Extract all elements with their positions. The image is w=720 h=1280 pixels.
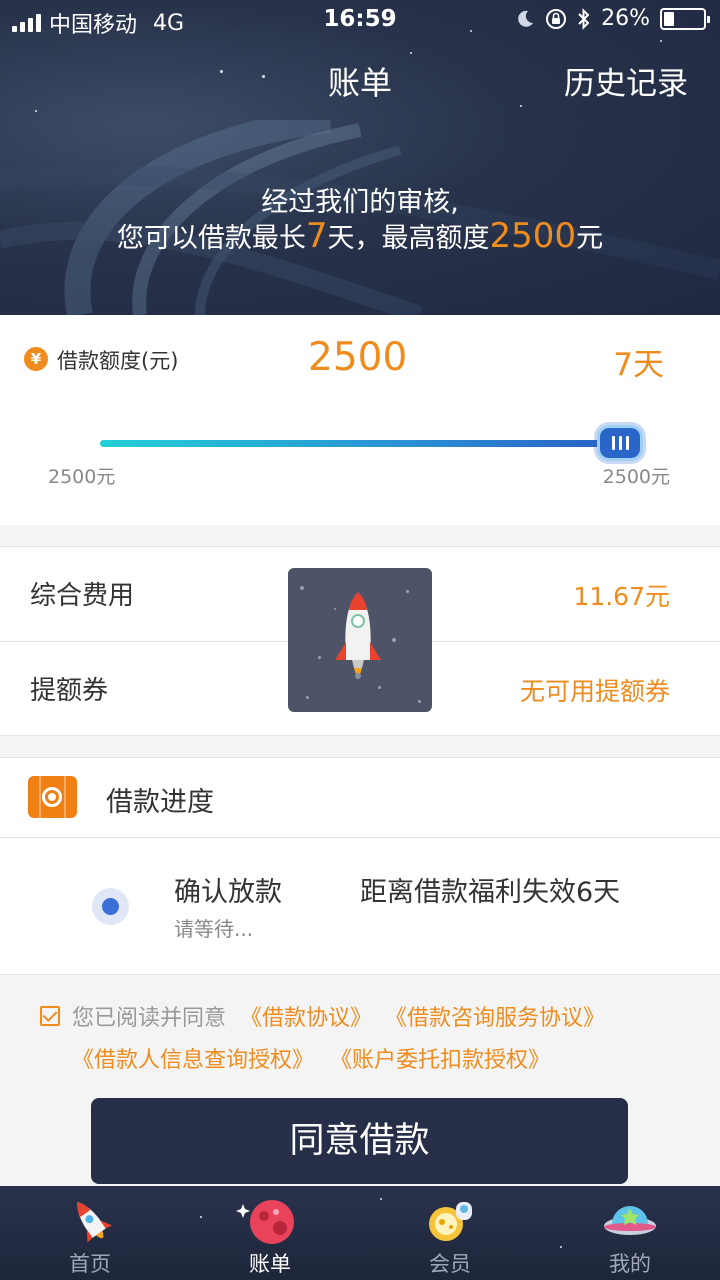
tab-label: 会员 <box>429 1252 471 1276</box>
astronaut-icon <box>429 1202 472 1241</box>
tab-bill[interactable]: 账单 <box>180 1186 360 1280</box>
status-right: 26% <box>515 6 710 31</box>
tab-label: 账单 <box>249 1252 291 1276</box>
banner-text: 您可以借款最长 <box>116 223 306 254</box>
agree-loan-button[interactable]: 同意借款 <box>91 1098 628 1184</box>
star-decoration <box>35 110 37 112</box>
banner-line-1: 经过我们的审核, <box>261 187 459 218</box>
consulting-agreement-link[interactable]: 《借款咨询服务协议》 <box>385 1000 605 1032</box>
moon-icon <box>518 10 534 27</box>
rocket-icon <box>77 1201 113 1243</box>
slider-min-label: 2500元 <box>48 466 116 488</box>
rocket-icon <box>335 592 381 679</box>
loan-agreement-link[interactable]: 《借款协议》 <box>240 1000 372 1032</box>
loan-progress-section: 借款进度 确认放款 请等待... 距离借款福利失效6天 <box>0 757 720 975</box>
star-decoration <box>660 40 662 42</box>
battery-level-fill <box>664 11 674 26</box>
banner-days: 7 <box>305 216 328 256</box>
slider-max-label: 2500元 <box>602 466 670 488</box>
ufo-icon <box>604 1206 656 1235</box>
tab-mine[interactable]: 我的 <box>540 1186 720 1280</box>
coupon-label: 提额券 <box>30 676 109 706</box>
progress-title: 借款进度 <box>106 787 214 818</box>
total-fee-value: 11.67元 <box>573 582 670 611</box>
header-banner: 中国移动 4G 16:59 26% 账单 历史记录 经过我们的审核, 您可以借款… <box>0 0 720 315</box>
tab-home[interactable]: 首页 <box>0 1186 180 1280</box>
bluetooth-icon <box>578 7 590 30</box>
progress-icon <box>28 776 77 818</box>
agreement-prefix: 您已阅读并同意 <box>72 1006 227 1031</box>
amount-slider-track[interactable] <box>100 440 620 447</box>
banner-amount: 2500 <box>489 216 577 256</box>
progress-step-subtitle: 请等待... <box>174 917 254 941</box>
loan-amount-card: ¥ 借款额度(元) 2500 7天 2500元 2500元 <box>0 315 720 525</box>
progress-step-dot-icon <box>92 888 129 925</box>
battery-icon <box>660 7 710 30</box>
bottom-tab-bar: 首页 账单 会员 我的 <box>0 1186 720 1280</box>
coupon-value: 无可用提额券 <box>519 677 670 706</box>
total-fee-label: 综合费用 <box>30 581 135 611</box>
status-bar: 中国移动 4G 16:59 26% <box>0 0 720 40</box>
tab-label: 首页 <box>69 1252 111 1276</box>
agreement-checkbox[interactable] <box>40 1006 60 1026</box>
loan-days-value: 7天 <box>613 347 664 383</box>
rotation-lock-icon <box>546 8 567 29</box>
battery-percent: 26% <box>601 6 650 31</box>
loan-amount-label: 借款额度(元) <box>57 349 179 373</box>
planet-icon <box>236 1200 294 1244</box>
banner-text: 天，最高额度 <box>327 223 490 254</box>
progress-step-title: 确认放款 <box>174 877 282 908</box>
banner-text: 元 <box>576 223 604 254</box>
benefit-expiry-note: 距离借款福利失效6天 <box>360 877 621 908</box>
history-link[interactable]: 历史记录 <box>564 58 688 103</box>
progress-header: 借款进度 <box>0 758 720 838</box>
amount-slider-thumb[interactable] <box>597 425 643 461</box>
banner-line-2: 您可以借款最长7天，最高额度2500元 <box>0 216 720 256</box>
loading-rocket-overlay <box>288 568 432 712</box>
credit-query-authorization-link[interactable]: 《借款人信息查询授权》 <box>72 1042 314 1074</box>
yen-icon: ¥ <box>24 347 48 371</box>
loan-amount-value: 2500 <box>308 335 408 380</box>
tab-member[interactable]: 会员 <box>360 1186 540 1280</box>
star-decoration <box>410 52 412 54</box>
star-decoration <box>520 105 522 107</box>
auto-debit-authorization-link[interactable]: 《账户委托扣款授权》 <box>330 1042 550 1074</box>
tab-label: 我的 <box>609 1252 651 1276</box>
